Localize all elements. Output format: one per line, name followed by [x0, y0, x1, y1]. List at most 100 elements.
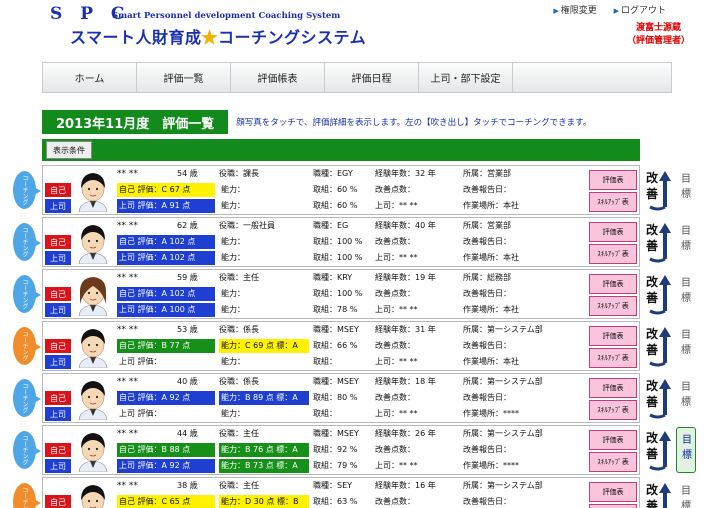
- self-ability: 能力：C 69 点 標：A: [219, 339, 309, 353]
- employee-card: 自己 上司 ** ** 40 歳 役職：係長 職種：MSEY 経験年数：18 年 所属：第一シ…: [42, 373, 640, 423]
- boss-tag[interactable]: 上司: [45, 459, 71, 473]
- nav-evaluation-report[interactable]: 評価帳表: [231, 63, 325, 92]
- employee-department: 所属：第一システム部: [463, 377, 543, 386]
- boss-name: 上司：** **: [375, 461, 418, 470]
- employee-card: 自己 上司 ** ** 59 歳 役職：主任 職種：KRY 経験年数：19 年 所属：総務部自…: [42, 269, 640, 319]
- display-condition-button[interactable]: 表示条件: [46, 141, 92, 159]
- avatar[interactable]: [75, 482, 111, 508]
- skillup-sheet-button[interactable]: ｽｷﾙｱｯﾌﾟ表: [589, 348, 637, 368]
- boss-ability: 能力：: [221, 253, 245, 262]
- boss-tag[interactable]: 上司: [45, 355, 71, 369]
- logo-jp-b: コーチングシステム: [218, 28, 367, 47]
- self-effort: 取組：100 %: [313, 237, 363, 246]
- table-row: コーチング 自己 上司 ** ** 54 歳 役職：課長 職種：EGY 経験年数：32 年 所属…: [0, 165, 726, 217]
- coaching-bubble[interactable]: コーチング: [13, 327, 41, 365]
- self-tag[interactable]: 自己: [45, 443, 71, 457]
- improvement-button[interactable]: 改善: [644, 219, 674, 265]
- nav-evaluation-schedule[interactable]: 評価日程: [325, 63, 419, 92]
- report-buttons: 評価表ｽｷﾙｱｯﾌﾟ表: [589, 323, 639, 370]
- goal-button[interactable]: 目標: [676, 427, 696, 473]
- avatar[interactable]: [75, 430, 111, 473]
- avatar[interactable]: [75, 326, 111, 369]
- self-tag[interactable]: 自己: [45, 235, 71, 249]
- self-tag[interactable]: 自己: [45, 183, 71, 197]
- self-tag[interactable]: 自己: [45, 339, 71, 353]
- boss-tag[interactable]: 上司: [45, 407, 71, 421]
- boss-tag[interactable]: 上司: [45, 303, 71, 317]
- employee-card: 自己上司** **38 歳役職：主任職種：SEY経験年数：16 年所属：第一シス…: [42, 477, 640, 508]
- boss-tag[interactable]: 上司: [45, 251, 71, 265]
- employee-name: ** **: [117, 481, 138, 491]
- skillup-sheet-button[interactable]: ｽｷﾙｱｯﾌﾟ表: [589, 400, 637, 420]
- goal-button[interactable]: 目標: [676, 323, 696, 369]
- evaluation-sheet-button[interactable]: 評価表: [589, 482, 637, 502]
- nav-boss-subordinate-settings[interactable]: 上司・部下設定: [419, 63, 513, 92]
- improvement-button[interactable]: 改善: [644, 375, 674, 421]
- goal-button[interactable]: 目標: [676, 167, 696, 213]
- coaching-bubble[interactable]: コーチング: [13, 379, 41, 417]
- employee-age: 44 歳: [177, 429, 198, 438]
- skillup-sheet-button[interactable]: ｽｷﾙｱｯﾌﾟ表: [589, 296, 637, 316]
- skillup-sheet-button[interactable]: ｽｷﾙｱｯﾌﾟ表: [589, 504, 637, 508]
- self-tag[interactable]: 自己: [45, 391, 71, 405]
- evaluation-sheet-button[interactable]: 評価表: [589, 326, 637, 346]
- evaluation-sheet-button[interactable]: 評価表: [589, 222, 637, 242]
- employee-role: 役職：主任: [219, 481, 259, 490]
- improvement-button[interactable]: 改善: [644, 427, 674, 473]
- nav-evaluation-list[interactable]: 評価一覧: [137, 63, 231, 92]
- skillup-sheet-button[interactable]: ｽｷﾙｱｯﾌﾟ表: [589, 192, 637, 212]
- self-effort: 取組：63 %: [313, 497, 358, 506]
- goal-button[interactable]: 目標: [676, 375, 696, 421]
- evaluation-sheet-button[interactable]: 評価表: [589, 430, 637, 450]
- goal-label: 目標: [681, 486, 691, 508]
- logout-link[interactable]: ▶ ログアウト: [614, 6, 666, 16]
- employee-name: ** **: [117, 221, 138, 231]
- improvement-points: 改善点数：: [375, 185, 415, 194]
- improvement-button[interactable]: 改善: [644, 323, 674, 369]
- coaching-bubble[interactable]: コーチング: [13, 223, 41, 261]
- improvement-report-date: 改善報告日：: [463, 393, 511, 402]
- boss-name: 上司：** **: [375, 305, 418, 314]
- avatar[interactable]: [75, 378, 111, 421]
- skillup-sheet-button[interactable]: ｽｷﾙｱｯﾌﾟ表: [589, 452, 637, 472]
- permission-change-link[interactable]: ▶ 権限変更: [553, 6, 596, 16]
- employee-job-type: 職種：KRY: [313, 273, 353, 282]
- evaluation-sheet-button[interactable]: 評価表: [589, 170, 637, 190]
- goal-button[interactable]: 目標: [676, 219, 696, 265]
- self-tag[interactable]: 自己: [45, 495, 71, 508]
- avatar[interactable]: [75, 222, 111, 265]
- goal-button[interactable]: 目標: [676, 479, 696, 508]
- improvement-button[interactable]: 改善: [644, 271, 674, 317]
- goal-button[interactable]: 目標: [676, 271, 696, 317]
- nav-home[interactable]: ホーム: [43, 63, 137, 92]
- coaching-bubble[interactable]: コーチング: [13, 171, 41, 209]
- boss-effort: 取組：60 %: [313, 201, 358, 210]
- improvement-report-date: 改善報告日：: [463, 445, 511, 454]
- coaching-bubble[interactable]: コーチング: [13, 275, 41, 313]
- condition-bar: 表示条件: [42, 139, 640, 161]
- boss-effort: 取組：79 %: [313, 461, 358, 470]
- coaching-bubble[interactable]: コーチング: [13, 483, 41, 508]
- employee-department: 所属：営業部: [463, 221, 511, 230]
- avatar[interactable]: [75, 170, 111, 213]
- self-evaluation: 自己 評価：A 102 点: [117, 287, 215, 301]
- employee-age: 40 歳: [177, 377, 198, 386]
- evaluation-sheet-button[interactable]: 評価表: [589, 274, 637, 294]
- improvement-button[interactable]: 改善: [644, 479, 674, 508]
- report-buttons: 評価表ｽｷﾙｱｯﾌﾟ表: [589, 271, 639, 318]
- user-name: 渡富士源蔵: [635, 23, 681, 33]
- improvement-button[interactable]: 改善: [644, 167, 674, 213]
- self-tag[interactable]: 自己: [45, 287, 71, 301]
- evaluation-sheet-button[interactable]: 評価表: [589, 378, 637, 398]
- self-ability: 能力：B 89 点 標：A: [219, 391, 309, 405]
- table-row: コーチング 自己 上司 ** ** 44 歳 役職：主任 職種：MSEY 経験年数：26 年 所…: [0, 425, 726, 477]
- coaching-bubble[interactable]: コーチング: [13, 431, 41, 469]
- self-evaluation: 自己 評価：A 102 点: [117, 235, 215, 249]
- boss-tag[interactable]: 上司: [45, 199, 71, 213]
- avatar[interactable]: [75, 274, 111, 317]
- self-ability: 能力：: [221, 185, 245, 194]
- skillup-sheet-button[interactable]: ｽｷﾙｱｯﾌﾟ表: [589, 244, 637, 264]
- improvement-label: 改善: [645, 431, 658, 461]
- boss-evaluation: 上司 評価：A 102 点: [117, 251, 215, 265]
- boss-ability: 能力：: [221, 305, 245, 314]
